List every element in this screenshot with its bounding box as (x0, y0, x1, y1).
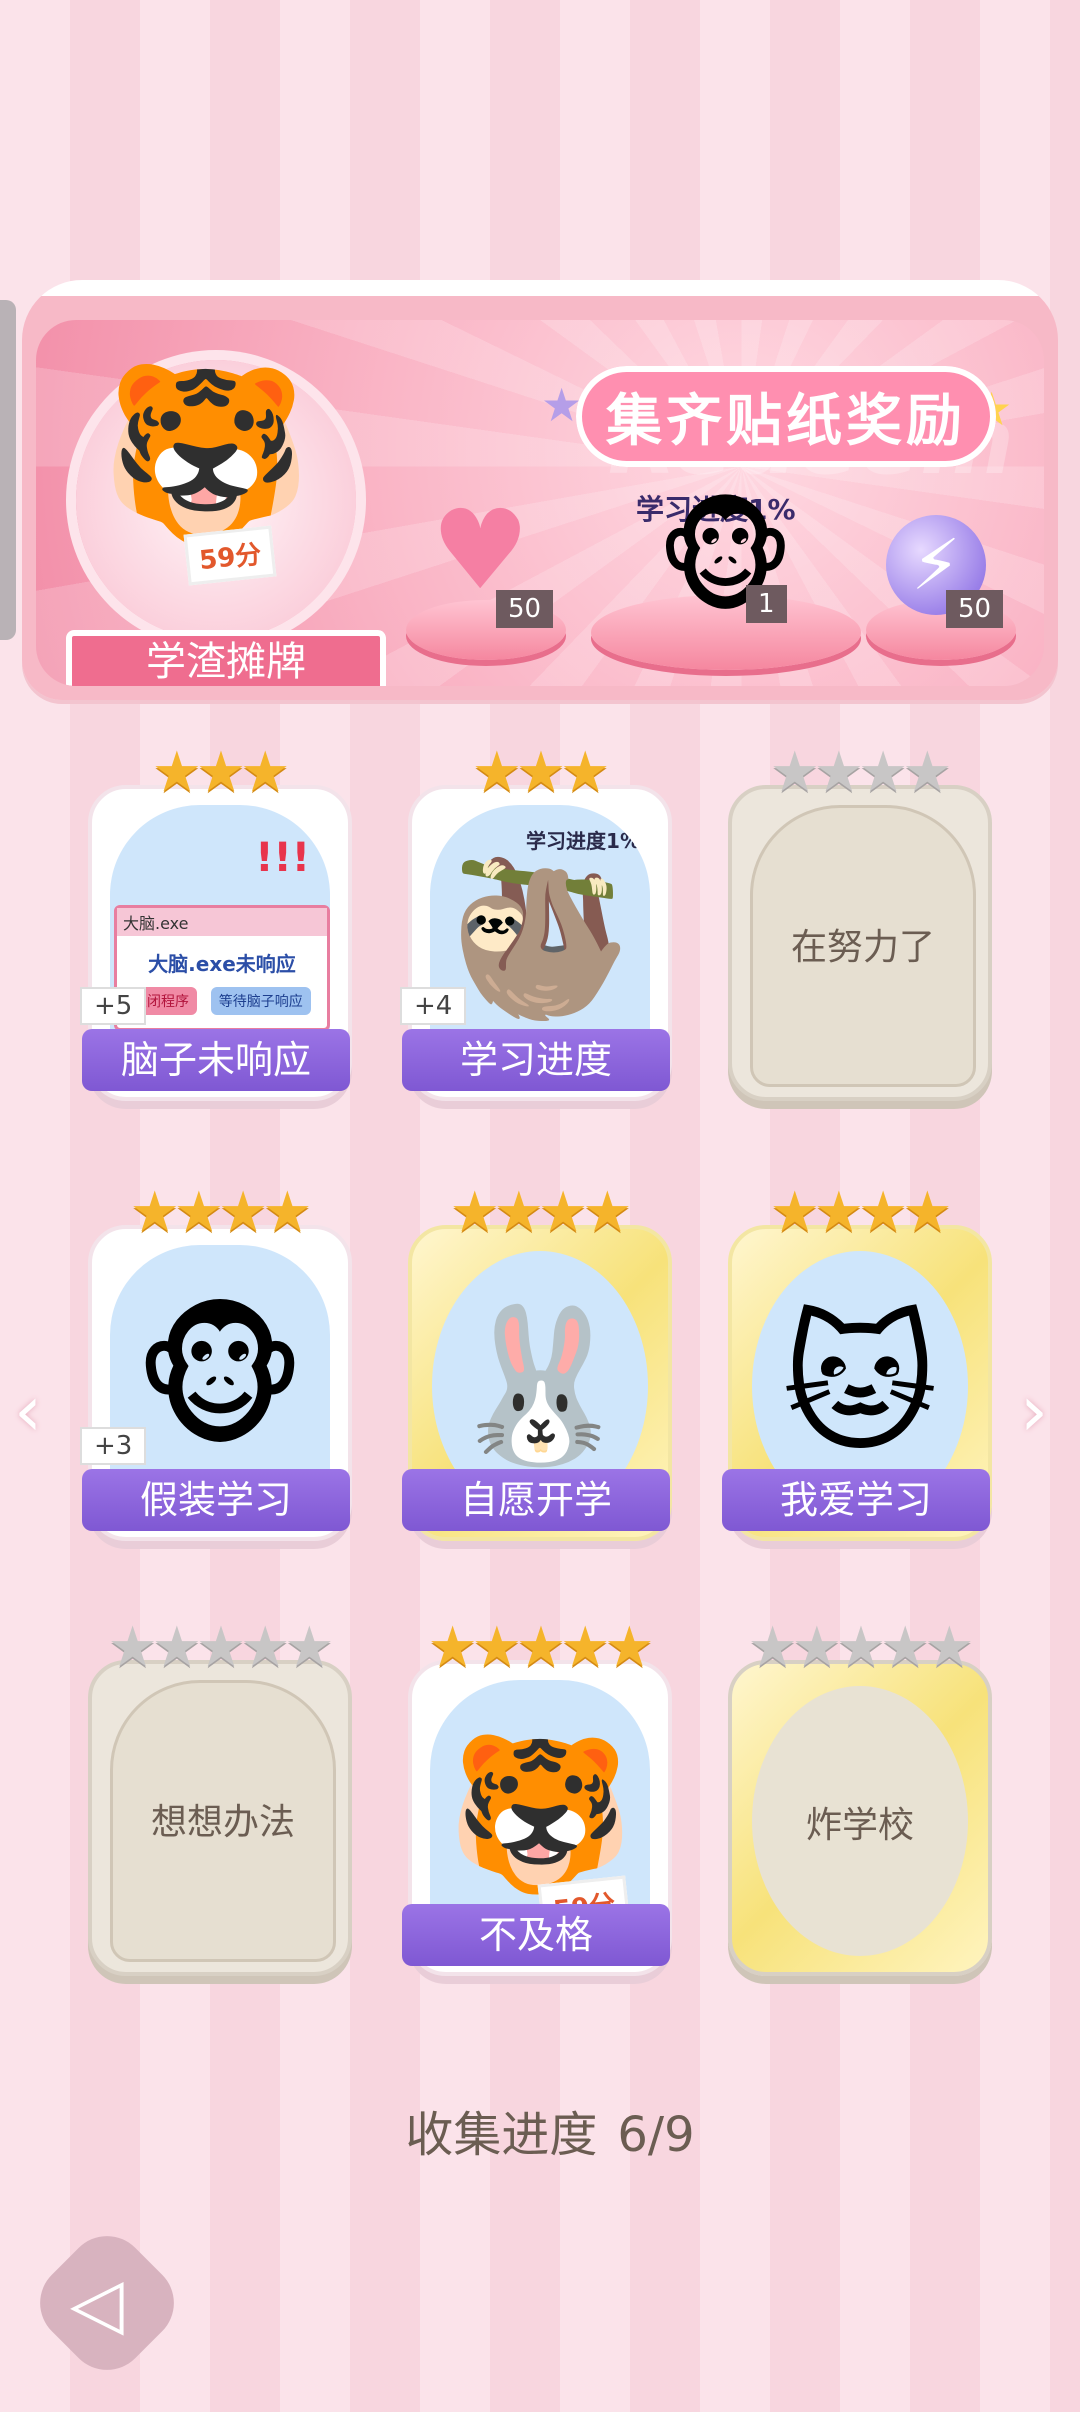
card-label: 我爱学习 (722, 1469, 990, 1531)
card-label: 学习进度 (402, 1029, 670, 1091)
sticker-card[interactable]: 🐱 ★★★★ 我爱学习 (722, 1180, 992, 1541)
locked-card-name: 炸学校 (805, 1805, 914, 1846)
bonus-badge: +3 (80, 1427, 147, 1465)
tiger-sticker-icon: 🐯 (446, 1728, 634, 1902)
side-drawer-handle[interactable] (0, 300, 16, 640)
reward-count: 50 (946, 590, 1004, 628)
bunny-icon: 🐰 (446, 1299, 634, 1473)
star-rating: ★★★ (151, 740, 291, 805)
locked-card-name: 想想办法 (150, 1802, 295, 1843)
reward-banner: Redeem ★ ★ 集齐贴纸奖励 🐯 59分 学渣摊牌 学习进度1% ♥ 50… (22, 280, 1058, 700)
locked-sticker-card[interactable]: 在努力了 ★★★★ (728, 740, 992, 1101)
locked-card-name: 在努力了 (790, 927, 935, 968)
bonus-badge: +5 (80, 987, 147, 1025)
collection-progress: 收集进度 6/9 (0, 2095, 1080, 2165)
locked-sticker-card[interactable]: 想想办法 ★★★★★ (88, 1615, 352, 1976)
star-rating: ★★★★ (129, 1180, 313, 1245)
sticker-card[interactable]: !!! 大脑.exe 大脑.exe未响应 关闭程序 等待脑子响应 ★★★ +5 … (80, 740, 352, 1101)
sticker-card[interactable]: 🐯 59分 ★★★★★ 不及格 (402, 1615, 672, 1976)
sticker-card[interactable]: 🐵 ★★★★ +3 假装学习 (80, 1180, 352, 1541)
star-rating: ★★★★★ (107, 1615, 334, 1680)
player-name-ribbon: 学渣摊牌 (66, 630, 386, 686)
collection-progress-label: 收集进度 (405, 2107, 598, 2163)
prev-page-arrow-icon[interactable]: ‹ (14, 1370, 42, 1452)
card-label: 假装学习 (82, 1469, 350, 1531)
star-rating: ★★★★★ (747, 1615, 974, 1680)
star-rating: ★★★★ (769, 740, 953, 805)
collection-progress-value: 6/9 (617, 2107, 695, 2163)
back-arrow-icon: ◁ (70, 2262, 124, 2344)
banner-title: 集齐贴纸奖励 (576, 366, 996, 467)
next-page-arrow-icon[interactable]: › (1020, 1370, 1048, 1452)
sticker-card[interactable]: 学习进度1% 🦥 ★★★ +4 学习进度 (400, 740, 672, 1101)
heart-gem-icon[interactable]: ♥ (431, 495, 530, 605)
card-label: 自愿开学 (402, 1469, 670, 1531)
error-window-illustration: 大脑.exe 大脑.exe未响应 关闭程序 等待脑子响应 (114, 905, 330, 1031)
card-label: 脑子未响应 (82, 1029, 350, 1091)
progress-caption: 学习进度1% (526, 829, 640, 853)
locked-sticker-card[interactable]: 炸学校 ★★★★★ (728, 1615, 992, 1976)
star-rating: ★★★★ (449, 1180, 633, 1245)
card-label: 不及格 (402, 1904, 670, 1966)
sticker-card[interactable]: 🐰 ★★★★ 自愿开学 (402, 1180, 672, 1541)
star-rating: ★★★★ (769, 1180, 953, 1245)
star-rating: ★★★ (471, 740, 611, 805)
star-rating: ★★★★★ (427, 1615, 654, 1680)
score-sign: 59分 (183, 525, 277, 586)
angel-cat-icon: 🐱 (781, 1299, 939, 1473)
exclamation-icon: !!! (255, 835, 310, 881)
bonus-badge: +4 (400, 987, 467, 1025)
reward-count: 50 (496, 590, 554, 628)
tiger-avatar-icon: 🐯 (100, 356, 312, 554)
reward-count: 1 (746, 585, 787, 623)
